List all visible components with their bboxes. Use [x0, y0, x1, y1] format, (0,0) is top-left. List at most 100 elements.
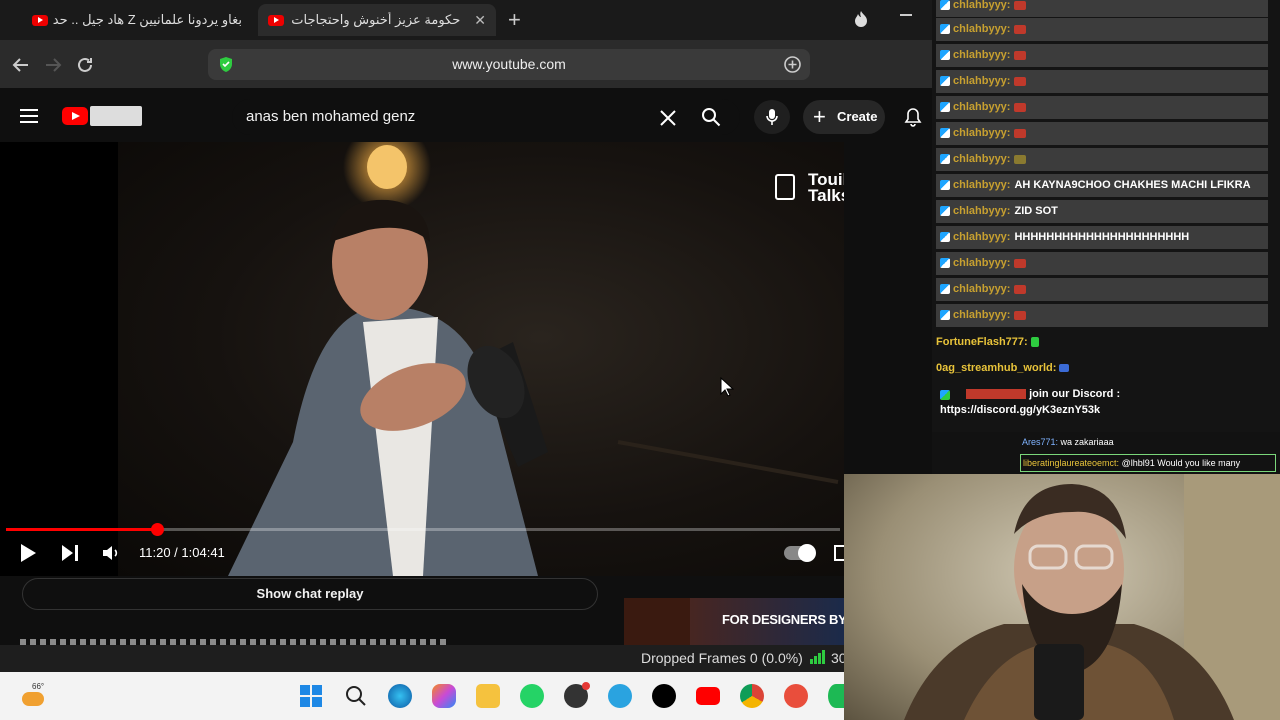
telegram-icon[interactable]: [608, 684, 632, 708]
badges-icon: [940, 390, 950, 400]
chat-username: chlahbyyy:: [953, 127, 1011, 139]
chat-username: chlahbyyy:: [953, 179, 1011, 191]
chat-message: chlahbyyy:: [936, 18, 1268, 41]
emote-icon: [1014, 258, 1027, 268]
tab-0[interactable]: بغاو يردونا علمانيين Z هاد جيل .. حدة: [22, 4, 254, 36]
chat-text: AH KAYNA9CHOO CHAKHES MACHI LFIKRA: [1014, 179, 1251, 191]
chat-message: Ares771: wa zakariaaa: [1022, 437, 1114, 447]
chat-username: 0ag_streamhub_world:: [936, 362, 1057, 374]
ad-text: FOR DESIGNERS BY DES: [722, 612, 844, 627]
search-icon[interactable]: [701, 107, 721, 127]
moderator-badge-icon: [940, 76, 950, 87]
obs-icon[interactable]: [564, 682, 590, 708]
shield-icon[interactable]: [218, 56, 234, 73]
mouse-cursor-icon: [720, 377, 734, 397]
chat-message: chlahbyyy:: [936, 304, 1268, 327]
ad-banner[interactable]: FOR DESIGNERS BY DES: [624, 598, 844, 646]
channel-logo: [90, 106, 142, 126]
youtube-icon[interactable]: [696, 687, 720, 705]
url-text: www.youtube.com: [452, 56, 566, 72]
autoplay-toggle[interactable]: [784, 544, 816, 562]
emote-icon: [1014, 76, 1027, 86]
moderator-badge-icon: [940, 310, 950, 321]
new-tab-icon[interactable]: +: [508, 7, 521, 33]
volume-icon[interactable]: [102, 544, 120, 562]
play-icon[interactable]: [19, 543, 37, 563]
copilot-icon[interactable]: [432, 684, 456, 708]
chat-text: @lhbl91 Would you like many: [1121, 458, 1241, 468]
chat-username: chlahbyyy:: [953, 49, 1011, 61]
back-arrow-icon[interactable]: [11, 55, 31, 75]
chat-username: chlahbyyy:: [953, 283, 1011, 295]
subtitles-icon[interactable]: [834, 545, 844, 561]
tab-1[interactable]: حكومة عزيز أخنوش واحتجاجات ✕: [258, 4, 496, 36]
chat-message: chlahbyyy:: [936, 148, 1268, 171]
moderator-badge-icon: [940, 128, 950, 139]
chat-username: liberatinglaureateoemct:: [1023, 458, 1120, 468]
streamer-webcam: [904, 474, 1280, 720]
edge-browser-icon[interactable]: [388, 684, 412, 708]
search-icon[interactable]: [345, 685, 367, 707]
emote-icon: [1014, 0, 1027, 10]
chrome-icon[interactable]: [740, 684, 764, 708]
moderator-badge-icon: [940, 284, 950, 295]
chat-message: chlahbyyy: HHHHHHHHHHHHHHHHHHHHHH: [936, 226, 1268, 249]
chat-text: join our Discord :: [1029, 388, 1121, 400]
moderator-badge-icon: [940, 206, 950, 217]
secondary-chat: Ares771: wa zakariaaa liberatinglaureate…: [932, 432, 1280, 474]
windows-start-icon[interactable]: [300, 685, 322, 707]
chat-username: chlahbyyy:: [953, 309, 1011, 321]
chat-message: chlahbyyy:: [936, 252, 1268, 275]
microphone-icon: [766, 109, 778, 125]
file-explorer-icon[interactable]: [476, 684, 500, 708]
chat-message: chlahbyyy:: [936, 278, 1268, 301]
discord-link[interactable]: https://discord.gg/yK3eznY53k: [936, 402, 1268, 418]
chat-username: FortuneFlash777:: [936, 336, 1028, 348]
next-icon[interactable]: [61, 544, 79, 562]
chat-username: chlahbyyy:: [953, 75, 1011, 87]
chat-message: chlahbyyy:: [936, 0, 1268, 17]
time-display: 11:20 / 1:04:41: [139, 545, 225, 560]
chat-message: chlahbyyy: ZID SOT: [936, 200, 1268, 223]
notifications-bell-icon[interactable]: [904, 107, 922, 127]
tab-title: بغاو يردونا علمانيين Z هاد جيل .. حدة: [52, 12, 242, 27]
voice-search-button[interactable]: [754, 100, 790, 134]
forward-arrow-icon[interactable]: [43, 55, 63, 75]
moderator-badge-icon: [940, 0, 950, 11]
add-bookmark-icon[interactable]: [783, 55, 802, 74]
spotify-icon[interactable]: [828, 684, 844, 708]
chat-username: chlahbyyy:: [953, 257, 1011, 269]
emote-icon: [1059, 364, 1070, 373]
youtube-favicon-icon: [32, 14, 48, 26]
emote-icon: [1014, 128, 1027, 138]
chat-text: wa zakariaaa: [1060, 437, 1114, 447]
chat-message: chlahbyyy:: [936, 96, 1268, 119]
weather-icon: [22, 692, 44, 706]
plus-icon: +: [813, 104, 826, 129]
chat-text: ZID SOT: [1014, 205, 1058, 217]
chat-message: liberatinglaureateoemct: @lhbl91 Would y…: [1020, 454, 1276, 472]
weather-widget[interactable]: 66°: [20, 682, 46, 706]
create-button[interactable]: + Create: [803, 100, 885, 134]
progress-bar[interactable]: [6, 523, 840, 536]
address-field[interactable]: www.youtube.com: [208, 49, 810, 80]
clear-search-icon[interactable]: [659, 109, 677, 127]
chat-message: chlahbyyy: AH KAYNA9CHOO CHAKHES MACHI LF…: [936, 174, 1268, 197]
emote-icon: [1014, 310, 1027, 320]
close-tab-icon[interactable]: ✕: [474, 12, 486, 29]
video-player[interactable]: Touil Talks: [0, 142, 844, 576]
chat-message: chlahbyyy:: [936, 122, 1268, 145]
interview-scene: [228, 142, 839, 576]
minimize-icon[interactable]: [900, 14, 912, 16]
emote-icon: [1014, 102, 1027, 112]
ad-thumbnail: [624, 598, 690, 646]
whatsapp-icon[interactable]: [520, 684, 544, 708]
opera-icon[interactable]: [784, 684, 808, 708]
moderator-badge-icon: [940, 180, 950, 191]
tiktok-icon[interactable]: [652, 684, 676, 708]
reload-icon[interactable]: [75, 55, 95, 75]
youtube-logo-icon[interactable]: [62, 107, 88, 125]
menu-icon[interactable]: [19, 108, 39, 124]
show-chat-replay-button[interactable]: Show chat replay: [22, 578, 598, 610]
flame-icon[interactable]: [851, 9, 871, 29]
